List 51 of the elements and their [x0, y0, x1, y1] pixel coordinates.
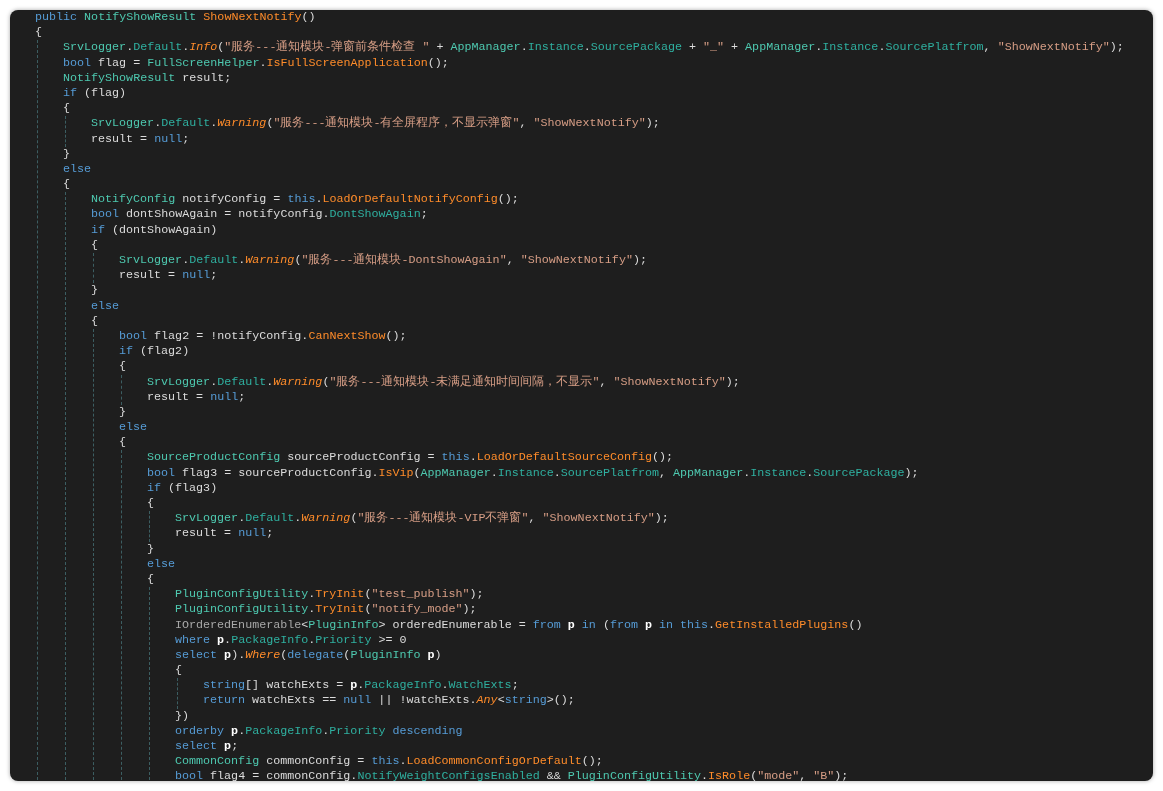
code-line: result = null;	[91, 131, 190, 147]
code-line: }	[119, 404, 126, 421]
code-line: if (flag)	[63, 85, 127, 102]
code-line: else	[119, 420, 148, 436]
code-line: IOrderedEnumerable<PluginInfo> orderedEnumerable = from p in (from p in this.GetInstalledPlugins()	[175, 617, 863, 633]
code-line: {	[119, 435, 126, 451]
code-line: {	[63, 101, 70, 117]
code-line: {	[35, 25, 42, 41]
code-line: {	[147, 571, 154, 588]
code-line: public NotifyShowResult ShowNextNotify()	[35, 10, 316, 26]
code-line: bool dontShowAgain = notifyConfig.DontShowAgain;	[91, 207, 428, 223]
code-line: }	[147, 541, 154, 557]
code-line: select p;	[175, 739, 239, 755]
code-line: if (flag3)	[147, 480, 218, 496]
code-line: NotifyConfig notifyConfig = this.LoadOrDefaultNotifyConfig();	[91, 192, 519, 208]
code-line: result = null;	[175, 526, 274, 542]
code-line: if (dontShowAgain)	[91, 222, 218, 238]
code-line: SrvLogger.Default.Warning("服务---通知模块-未满足通知时间间隔，不显示", "ShowNextNotify");	[147, 374, 740, 390]
code-line: SourceProductConfig sourceProductConfig = this.LoadOrDefaultSourceConfig();	[147, 450, 674, 466]
code-line: SrvLogger.Default.Warning("服务---通知模块-VIP不弹窗", "ShowNextNotify");	[175, 511, 669, 527]
code-line: SrvLogger.Default.Warning("服务---通知模块-DontShowAgain", "ShowNextNotify");	[119, 253, 647, 269]
code-line: else	[147, 556, 176, 572]
code-line: bool flag2 = !notifyConfig.CanNextShow();	[119, 328, 407, 345]
code-line: string[] watchExts = p.PackageInfo.WatchExts;	[203, 678, 519, 694]
code-line: result = null;	[119, 268, 218, 284]
code-line: else	[63, 161, 92, 178]
code-line: SrvLogger.Default.Info("服务---通知模块-弹窗前条件检查 " + AppManager.Instance.SourcePackage + "_" + AppManager.Instance.SourcePlatfrom, "ShowNextNotify");	[63, 40, 1124, 56]
code-line: {	[91, 313, 98, 329]
code-line: PluginConfigUtility.TryInit("test_publish");	[175, 587, 484, 603]
code-line: {	[175, 663, 182, 679]
code-line: return watchExts == null || !watchExts.Any<string>();	[203, 693, 575, 709]
code-line: CommonConfig commonConfig = this.LoadCommonConfigOrDefault();	[175, 754, 603, 770]
code-line: {	[91, 237, 98, 253]
code-line: bool flag3 = sourceProductConfig.IsVip(AppManager.Instance.SourcePlatfrom, AppManager.Instance.SourcePackage);	[147, 465, 919, 481]
code-line: PluginConfigUtility.TryInit("notify_mode");	[175, 602, 477, 618]
code-line: select p).Where(delegate(PluginInfo p)	[175, 647, 442, 664]
code-line: {	[119, 359, 126, 375]
code-line: where p.PackageInfo.Priority >= 0	[175, 632, 407, 648]
code-line: })	[175, 708, 190, 724]
code-line: result = null;	[147, 389, 246, 405]
code-line: NotifyShowResult result;	[63, 70, 232, 86]
code-line: else	[91, 298, 120, 314]
code-line: }	[91, 283, 98, 299]
code-line: if (flag2)	[119, 344, 190, 360]
code-line: bool flag = FullScreenHelper.IsFullScreenApplication();	[63, 55, 449, 71]
code-line: bool flag4 = commonConfig.NotifyWeightConfigsEnabled && PluginConfigUtility.IsRole("mode", "B");	[175, 769, 849, 781]
code-line: {	[63, 177, 70, 193]
code-line: orderby p.PackageInfo.Priority descending	[175, 723, 463, 739]
code-line: }	[63, 146, 70, 162]
code-line: {	[147, 496, 154, 512]
code-line: SrvLogger.Default.Warning("服务---通知模块-有全屏程序，不显示弹窗", "ShowNextNotify");	[91, 116, 660, 132]
